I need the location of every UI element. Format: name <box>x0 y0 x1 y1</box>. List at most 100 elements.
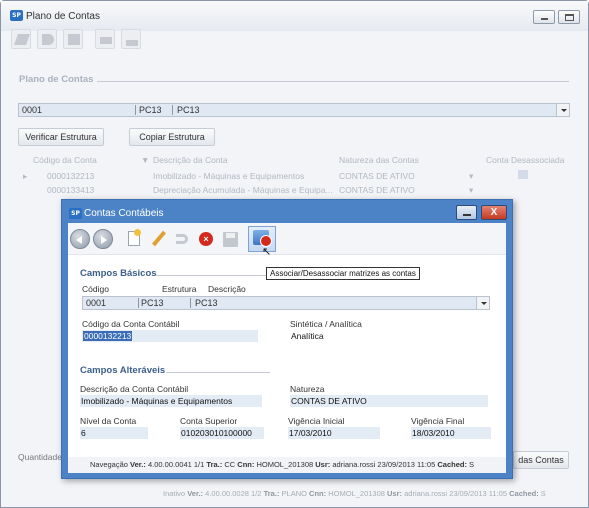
minimize-button[interactable] <box>533 10 555 24</box>
row-1-natureza[interactable]: CONTAS DE ATIVO <box>339 171 415 181</box>
dialog-status-cached-label: Cached: <box>437 460 467 469</box>
conta-contabil-field[interactable]: 0000132213 <box>82 330 258 342</box>
app-logo-icon: SP <box>10 10 23 21</box>
row-2-codigo[interactable]: 0000133413 <box>47 185 94 195</box>
dropdown-button[interactable] <box>556 104 569 116</box>
arrow-left-icon <box>76 236 82 244</box>
descricao-conta-field[interactable]: Imobilizado - Máquinas e Equipamentos <box>80 395 262 407</box>
status-cached: S <box>540 489 546 498</box>
forward-button[interactable] <box>93 229 113 249</box>
natureza-field[interactable]: CONTAS DE ATIVO <box>290 395 488 407</box>
status-page: 1/2 <box>251 489 262 498</box>
title-bar[interactable]: SP Plano de Contas <box>1 1 588 31</box>
chevron-down-icon <box>561 109 567 112</box>
section-divider <box>97 81 569 82</box>
estrutura-label: Estrutura <box>162 284 197 294</box>
row-2-chevron-down-icon[interactable]: ▾ <box>469 185 473 196</box>
column-header-descricao[interactable]: Descrição da Conta <box>153 155 228 165</box>
save-icon[interactable] <box>220 229 240 249</box>
contas-button[interactable]: das Contas <box>513 451 569 469</box>
status-datetime: 23/09/2013 11:05 <box>449 489 508 498</box>
chevron-down-icon <box>481 302 487 305</box>
nivel-field[interactable]: 6 <box>80 427 148 439</box>
sintetica-value: Analítica <box>291 331 324 341</box>
status-cnn: HOMOL_201308 <box>328 489 385 498</box>
column-header-desassociada[interactable]: Conta Desassociada <box>486 155 564 165</box>
associar-matrizes-button[interactable]: ↖ <box>248 226 276 258</box>
plano-section-title: Plano de Contas <box>19 74 94 85</box>
row-2-descricao[interactable]: Depreciação Acumulada - Máquinas e Equip… <box>153 185 333 195</box>
edit-icon[interactable] <box>148 229 168 249</box>
minimize-icon <box>463 214 471 216</box>
row-1-chevron-down-icon[interactable]: ▾ <box>469 171 473 182</box>
back-button[interactable] <box>70 229 90 249</box>
new-icon[interactable] <box>11 29 31 49</box>
section-divider <box>166 372 270 373</box>
dialog-status-version-label: Ver.: <box>130 460 146 469</box>
status-tra-label: Tra.: <box>263 489 280 498</box>
sintetica-label: Sintética / Analítica <box>290 319 362 329</box>
natureza-label: Natureza <box>290 384 325 394</box>
dialog-status-cnn-label: Cnn: <box>237 460 255 469</box>
status-bar: Inativo Ver.: 4.00.00.0028 1/2 Tra.: PLA… <box>163 489 546 498</box>
vigencia-final-field[interactable]: 18/03/2010 <box>411 427 491 439</box>
plano-code: 0001 <box>22 105 43 115</box>
save-icon[interactable] <box>63 29 83 49</box>
status-version-label: Ver.: <box>187 489 204 498</box>
delete-icon[interactable]: × <box>196 229 216 249</box>
maximize-button[interactable] <box>558 10 580 24</box>
dialog-close-button[interactable]: X <box>481 205 507 220</box>
dialog-status-datetime: 23/09/2013 11:05 <box>377 460 436 469</box>
undo-icon[interactable] <box>172 229 192 249</box>
minimize-icon <box>541 18 548 20</box>
field-separator <box>172 105 173 115</box>
sort-indicator-icon: ▼ <box>141 155 150 165</box>
plano-estrutura: PC13 <box>139 105 162 115</box>
dialog-status-bar: Navegação Ver.: 4.00.00.0041 1/1 Tra.: C… <box>68 457 506 473</box>
cursor-icon: ↖ <box>262 246 272 258</box>
export-icon[interactable] <box>95 29 115 49</box>
column-header-codigo[interactable]: Código da Conta <box>33 155 97 165</box>
conta-superior-field[interactable]: 010203010100000 <box>180 427 264 439</box>
campos-alteraveis-title: Campos Alteráveis <box>80 365 166 376</box>
estrutura-value: PC13 <box>141 298 164 308</box>
dialog-status-usr: adriana.rossi <box>332 460 376 469</box>
associar-tooltip: Associar/Desassociar matrizes as contas <box>266 267 420 280</box>
dialog-status-tra: CC <box>224 460 236 469</box>
dialog-status-version: 4.00.00.0041 <box>148 460 192 469</box>
row-1-descricao[interactable]: Imobilizado - Máquinas e Equipamentos <box>153 171 304 181</box>
hierarchy-icon[interactable] <box>121 29 141 49</box>
status-usr-label: Usr: <box>387 489 403 498</box>
codigo-label: Código <box>82 284 109 294</box>
dropdown-button[interactable] <box>476 297 489 309</box>
field-separator <box>135 105 136 115</box>
column-header-natureza[interactable]: Natureza das Contas <box>339 155 419 165</box>
vigencia-inicial-field[interactable]: 17/03/2010 <box>288 427 380 439</box>
copiar-estrutura-button[interactable]: Copiar Estrutura <box>129 128 215 146</box>
section-divider <box>156 275 270 276</box>
status-tra: PLANO <box>281 489 307 498</box>
row-1-codigo[interactable]: 0000132213 <box>47 171 94 181</box>
row-1-desassociada-checkbox[interactable] <box>518 170 528 179</box>
estrutura-select[interactable]: 0001 PC13 PC13 <box>82 296 490 310</box>
dialog-minimize-button[interactable] <box>456 205 477 220</box>
row-2-natureza[interactable]: CONTAS DE ATIVO <box>339 185 415 195</box>
dialog-status-page: 1/1 <box>193 460 205 469</box>
plano-select[interactable]: 0001 PC13 PC13 <box>18 103 570 117</box>
conta-contabil-value: 0000132213 <box>83 331 133 341</box>
maximize-icon <box>565 14 574 21</box>
undo-icon[interactable] <box>37 29 57 49</box>
new-record-icon[interactable] <box>124 229 144 249</box>
dialog-status-usr-label: Usr: <box>315 460 331 469</box>
arrow-right-icon <box>101 236 107 244</box>
nivel-label: Nível da Conta <box>80 416 137 426</box>
conta-contabil-label: Código da Conta Contábil <box>82 319 180 329</box>
conta-superior-label: Conta Superior <box>180 416 238 426</box>
verificar-estrutura-button[interactable]: Verificar Estrutura <box>18 128 104 146</box>
vigencia-final-label: Vigência Final <box>411 416 465 426</box>
contas-contabeis-dialog: SP Contas Contábeis X × ↖ Campos Básicos… <box>61 199 513 479</box>
codigo-value: 0001 <box>86 298 107 308</box>
vigencia-inicial-label: Vigência Inicial <box>288 416 345 426</box>
descricao-label: Descrição <box>208 284 246 294</box>
status-version: 4.00.00.0028 <box>205 489 249 498</box>
